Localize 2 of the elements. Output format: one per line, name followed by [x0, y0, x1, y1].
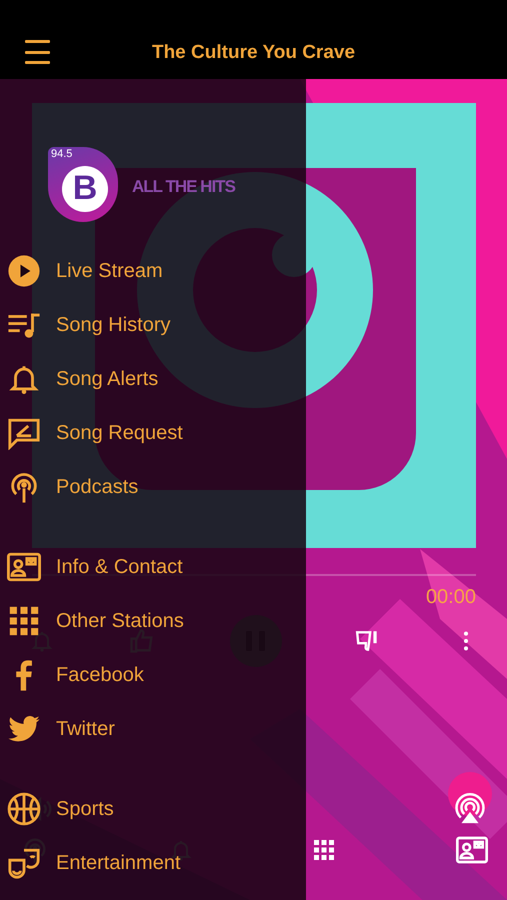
- app-title: The Culture You Crave: [152, 42, 356, 64]
- menu-icon[interactable]: [25, 40, 50, 64]
